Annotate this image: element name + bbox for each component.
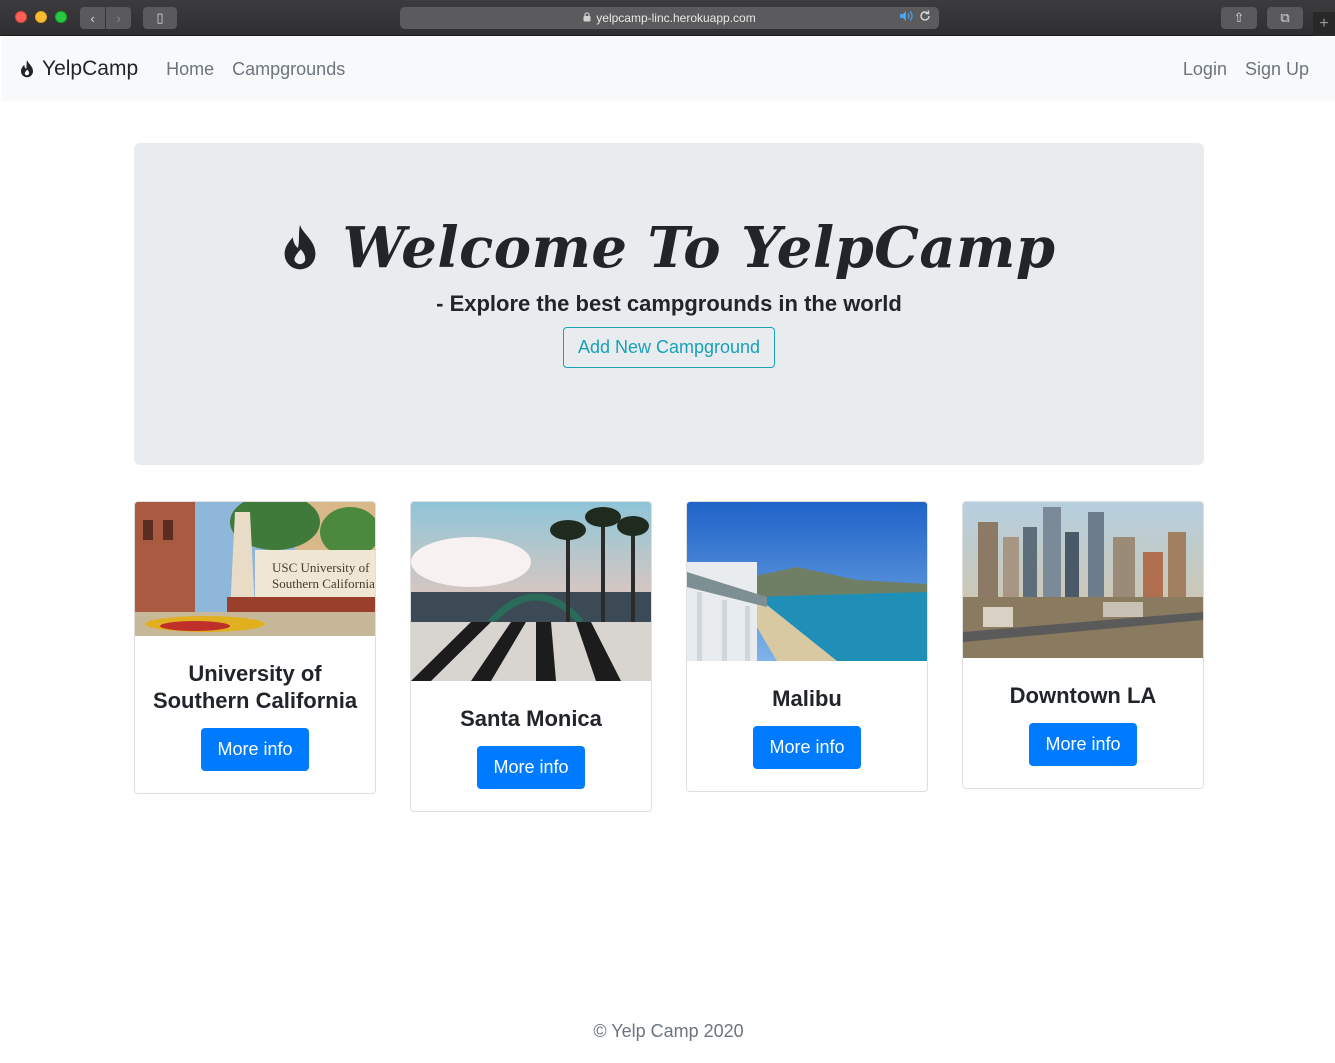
tabs-icon: ⧉: [1280, 10, 1290, 25]
hero-subtitle: - Explore the best campgrounds in the wo…: [436, 291, 902, 316]
more-info-button[interactable]: More info: [753, 726, 861, 769]
card-title: University of Southern California: [152, 661, 358, 713]
usc-sign-text-line-2: Southern California: [272, 576, 375, 591]
lock-icon: [583, 11, 591, 25]
forward-button[interactable]: ›: [106, 7, 131, 29]
nav-link-login[interactable]: Login: [1183, 59, 1227, 80]
nav-link-home[interactable]: Home: [166, 59, 214, 80]
tab-overview-button[interactable]: ⧉: [1267, 7, 1303, 29]
fire-icon: [21, 60, 33, 78]
share-icon: ⇧: [1233, 10, 1245, 25]
nav-right: Login Sign Up: [1165, 59, 1317, 80]
card-body: Downtown LA More info: [963, 658, 1203, 788]
usc-sign-text-line-1: USC University of: [272, 560, 370, 575]
reload-icon[interactable]: [919, 9, 931, 25]
nav-link-sign-up[interactable]: Sign Up: [1245, 59, 1309, 80]
hero-jumbotron: Welcome To YelpCamp - Explore the best c…: [134, 143, 1204, 465]
card-title: Malibu: [772, 686, 842, 711]
brand-link[interactable]: YelpCamp: [20, 57, 138, 81]
card-body: Malibu More info: [687, 661, 927, 791]
card-title: Santa Monica: [460, 706, 602, 731]
campground-card: Malibu More info: [686, 501, 928, 792]
new-tab-button[interactable]: +: [1313, 12, 1335, 36]
navbar: YelpCamp Home Campgrounds Login Sign Up: [2, 37, 1335, 101]
speaker-icon[interactable]: [899, 10, 913, 25]
campground-image-usc: USC University of Southern California: [135, 502, 375, 636]
campground-card: Santa Monica More info: [410, 501, 652, 812]
chevron-right-icon: ›: [116, 10, 121, 26]
campground-card: USC University of Southern California Un…: [134, 501, 376, 794]
more-info-button[interactable]: More info: [477, 746, 585, 789]
fire-icon: [285, 224, 316, 270]
browser-toolbar: ‹ › ▯ yelpcamp-linc.herokuapp.com ⇧ ⧉ +: [0, 0, 1335, 36]
card-body: University of Southern California More i…: [135, 636, 375, 793]
hero-title: Welcome To YelpCamp: [134, 215, 1204, 281]
back-button[interactable]: ‹: [80, 7, 105, 29]
chevron-left-icon: ‹: [90, 10, 95, 26]
url-text: yelpcamp-linc.herokuapp.com: [596, 11, 756, 25]
sidebar-toggle-button[interactable]: ▯: [143, 7, 177, 29]
card-title: Downtown LA: [1009, 683, 1157, 708]
campground-image-malibu: [687, 502, 927, 661]
address-bar[interactable]: yelpcamp-linc.herokuapp.com: [400, 7, 939, 29]
hero-title-text: Welcome To YelpCamp: [342, 215, 1056, 281]
footer-copyright: © Yelp Camp 2020: [593, 1021, 744, 1041]
campground-card: Downtown LA More info: [962, 501, 1204, 789]
more-info-button[interactable]: More info: [1029, 723, 1137, 766]
card-body: Santa Monica More info: [411, 681, 651, 811]
minimize-window-button[interactable]: [35, 11, 47, 23]
campground-image-santa-monica: [411, 502, 651, 681]
campground-image-downtown-la: [963, 502, 1203, 658]
brand-name: YelpCamp: [42, 57, 139, 80]
nav-link-campgrounds[interactable]: Campgrounds: [232, 59, 345, 80]
zoom-window-button[interactable]: [55, 11, 67, 23]
close-window-button[interactable]: [15, 11, 27, 23]
sidebar-icon: ▯: [156, 10, 164, 25]
more-info-button[interactable]: More info: [201, 728, 309, 771]
web-page: YelpCamp Home Campgrounds Login Sign Up …: [2, 37, 1335, 1063]
share-button[interactable]: ⇧: [1221, 7, 1257, 29]
add-new-campground-button[interactable]: Add New Campground: [562, 327, 776, 368]
plus-icon: +: [1319, 15, 1329, 32]
